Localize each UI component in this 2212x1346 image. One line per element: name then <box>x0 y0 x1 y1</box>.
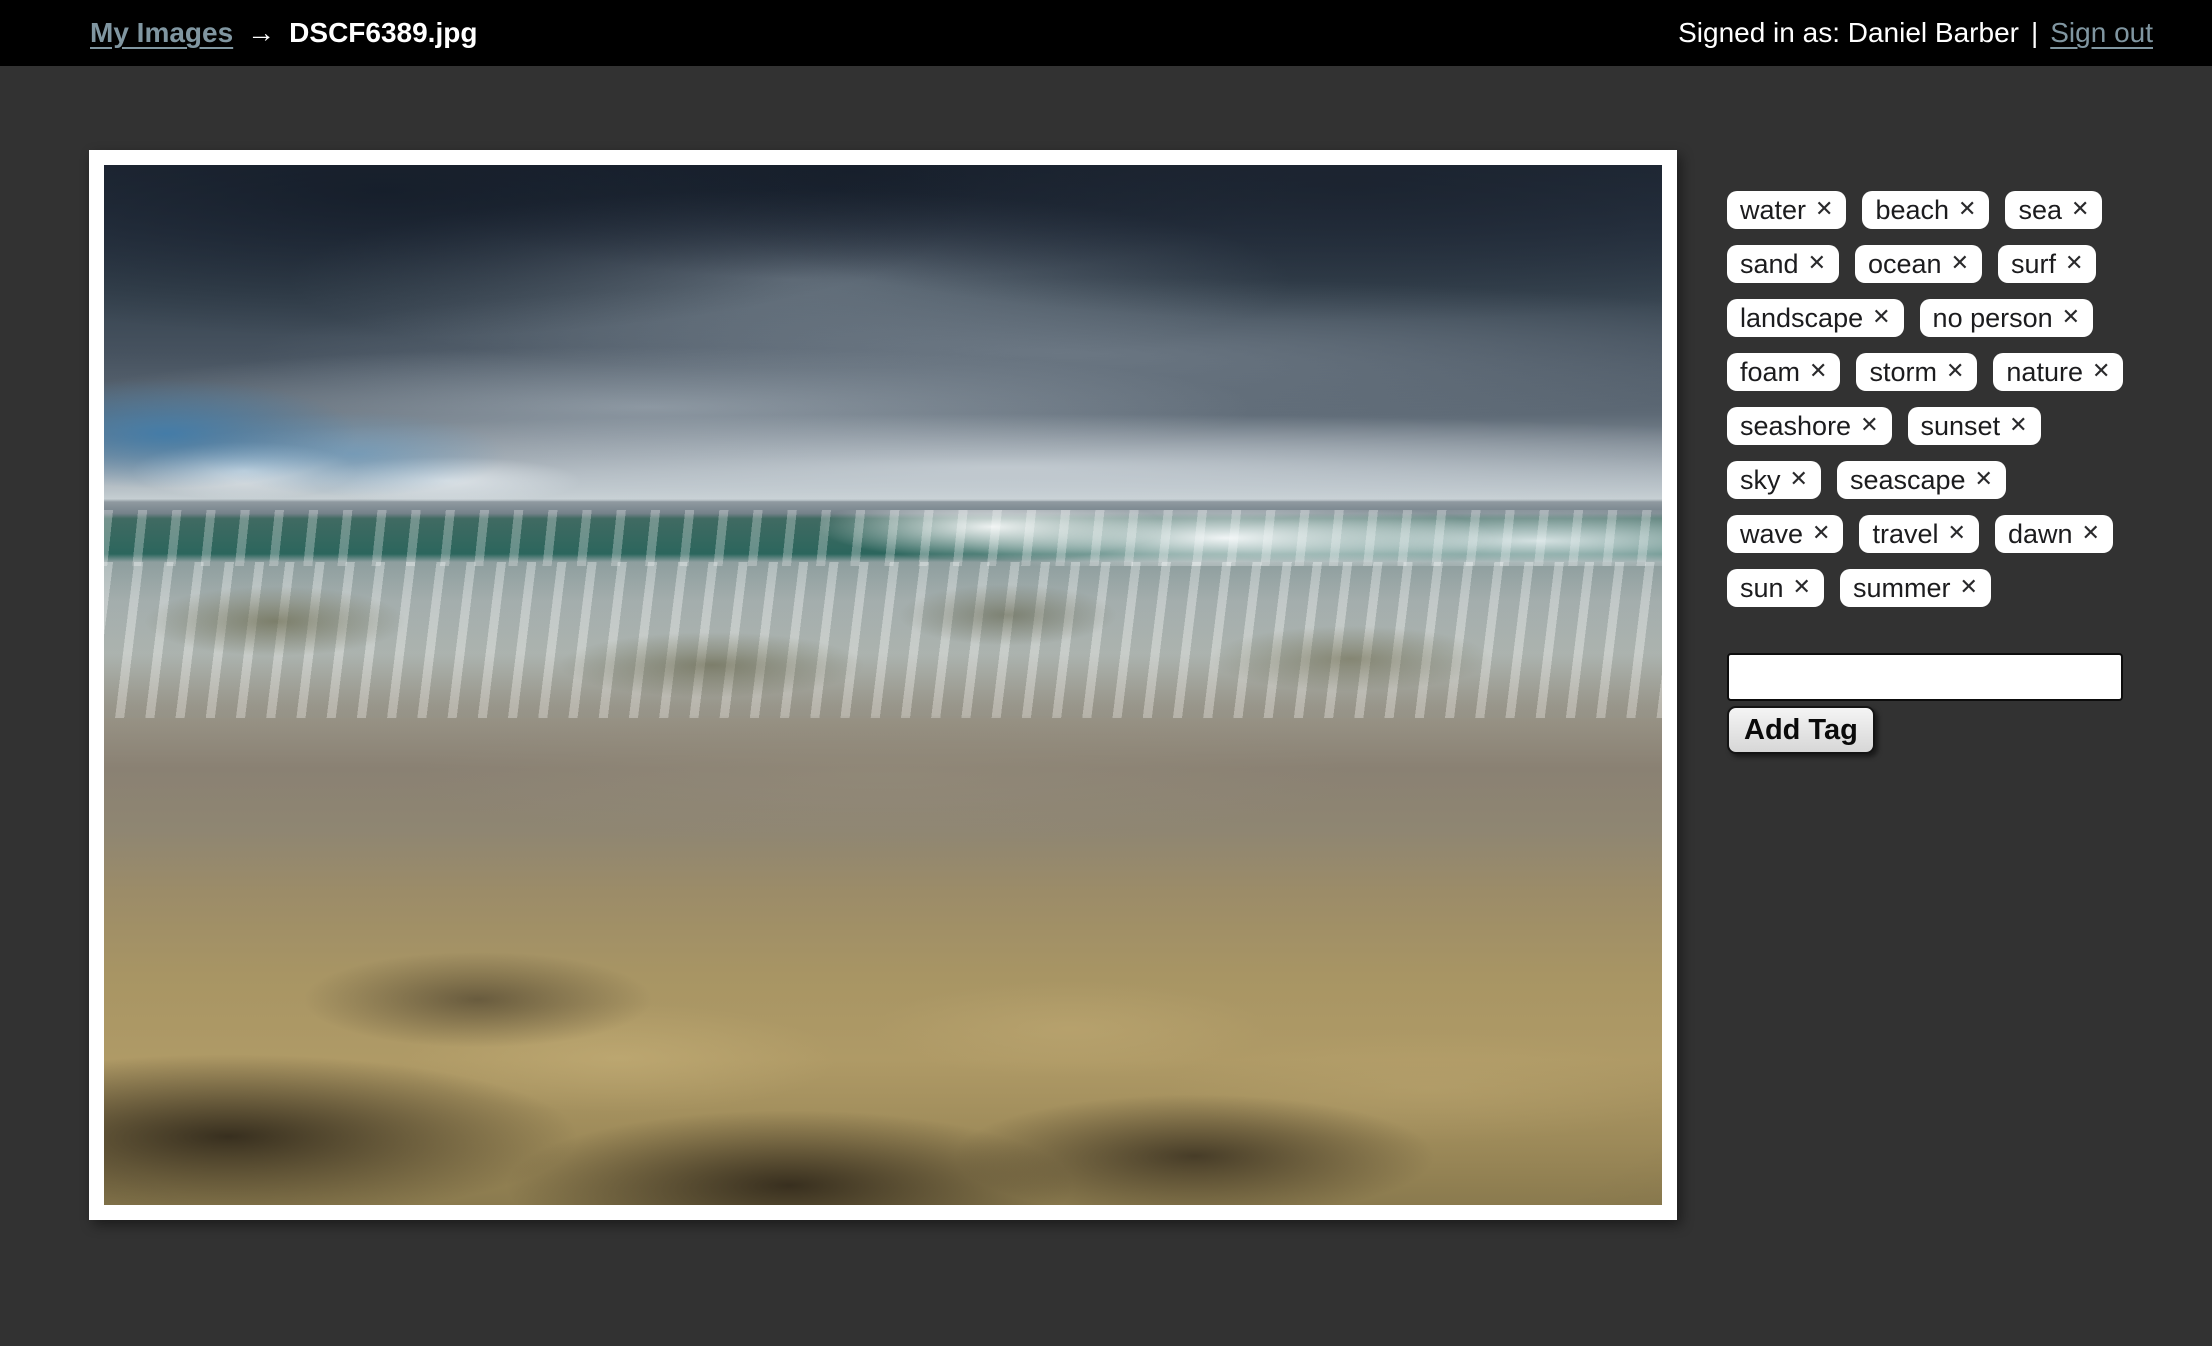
signed-in-text: Signed in as: Daniel Barber <box>1678 17 2019 49</box>
tag-pill: ocean ✕ <box>1855 245 1982 283</box>
remove-tag-icon[interactable]: ✕ <box>2081 523 2099 545</box>
photo-filename: DSCF6389.jpg <box>289 17 477 49</box>
tag-label: water <box>1740 191 1806 229</box>
breadcrumb-arrow-icon: → <box>247 17 275 49</box>
tag-pill: beach ✕ <box>1862 191 1989 229</box>
topbar: My Images → DSCF6389.jpg Signed in as: D… <box>0 0 2212 66</box>
tag-pill: seashore ✕ <box>1727 407 1892 445</box>
add-tag-button[interactable]: Add Tag <box>1727 706 1875 754</box>
remove-tag-icon[interactable]: ✕ <box>1812 523 1830 545</box>
tag-label: travel <box>1872 515 1938 553</box>
tag-pill: sun ✕ <box>1727 569 1824 607</box>
tag-pill: dawn ✕ <box>1995 515 2113 553</box>
remove-tag-icon[interactable]: ✕ <box>1975 469 1993 491</box>
new-tag-input[interactable] <box>1727 653 2123 701</box>
tag-label: sunset <box>1921 407 2001 445</box>
photo <box>104 165 1662 1205</box>
tag-pill: wave ✕ <box>1727 515 1843 553</box>
remove-tag-icon[interactable]: ✕ <box>1958 199 1976 221</box>
tag-pill: summer ✕ <box>1840 569 1991 607</box>
tag-label: summer <box>1853 569 1951 607</box>
remove-tag-icon[interactable]: ✕ <box>1960 577 1978 599</box>
photo-frame <box>89 150 1677 1220</box>
tag-label: sea <box>2018 191 2062 229</box>
photo-vignette-layer <box>104 165 1662 1205</box>
tag-label: sand <box>1740 245 1799 283</box>
remove-tag-icon[interactable]: ✕ <box>1946 361 1964 383</box>
tag-label: sky <box>1740 461 1781 499</box>
breadcrumb: My Images → DSCF6389.jpg <box>90 17 477 49</box>
tag-pill: surf ✕ <box>1998 245 2096 283</box>
remove-tag-icon[interactable]: ✕ <box>1809 361 1827 383</box>
tag-label: no person <box>1933 299 2053 337</box>
tag-label: storm <box>1869 353 1937 391</box>
add-tag-form: Add Tag <box>1727 653 2127 754</box>
tag-pill: travel ✕ <box>1859 515 1978 553</box>
tag-label: beach <box>1875 191 1949 229</box>
remove-tag-icon[interactable]: ✕ <box>1948 523 1966 545</box>
remove-tag-icon[interactable]: ✕ <box>1951 253 1969 275</box>
remove-tag-icon[interactable]: ✕ <box>1815 199 1833 221</box>
remove-tag-icon[interactable]: ✕ <box>1808 253 1826 275</box>
tag-pill: nature ✕ <box>1993 353 2123 391</box>
tag-label: landscape <box>1740 299 1863 337</box>
tag-pill: no person ✕ <box>1920 299 2094 337</box>
tag-label: wave <box>1740 515 1803 553</box>
remove-tag-icon[interactable]: ✕ <box>1793 577 1811 599</box>
tag-label: seashore <box>1740 407 1851 445</box>
tag-list: water ✕ beach ✕ sea ✕ sand ✕ ocean ✕ sur… <box>1727 191 2127 607</box>
remove-tag-icon[interactable]: ✕ <box>1790 469 1808 491</box>
remove-tag-icon[interactable]: ✕ <box>2092 361 2110 383</box>
separator: | <box>2031 17 2038 49</box>
tag-pill: storm ✕ <box>1856 353 1977 391</box>
account-area: Signed in as: Daniel Barber | Sign out <box>1678 17 2153 49</box>
tag-pill: landscape ✕ <box>1727 299 1904 337</box>
tag-label: sun <box>1740 569 1784 607</box>
remove-tag-icon[interactable]: ✕ <box>2062 307 2080 329</box>
tag-label: seascape <box>1850 461 1966 499</box>
tag-pill: sky ✕ <box>1727 461 1821 499</box>
my-images-link[interactable]: My Images <box>90 17 233 49</box>
tag-label: nature <box>2006 353 2083 391</box>
remove-tag-icon[interactable]: ✕ <box>2071 199 2089 221</box>
remove-tag-icon[interactable]: ✕ <box>2065 253 2083 275</box>
tag-pill: foam ✕ <box>1727 353 1840 391</box>
sign-out-link[interactable]: Sign out <box>2050 17 2153 49</box>
tag-label: surf <box>2011 245 2056 283</box>
tag-pill: seascape ✕ <box>1837 461 2006 499</box>
tag-sidebar: water ✕ beach ✕ sea ✕ sand ✕ ocean ✕ sur… <box>1727 191 2127 754</box>
tag-pill: sunset ✕ <box>1908 407 2041 445</box>
tag-pill: water ✕ <box>1727 191 1846 229</box>
remove-tag-icon[interactable]: ✕ <box>2009 415 2027 437</box>
tag-label: dawn <box>2008 515 2073 553</box>
tag-pill: sea ✕ <box>2005 191 2102 229</box>
remove-tag-icon[interactable]: ✕ <box>1872 307 1890 329</box>
tag-pill: sand ✕ <box>1727 245 1839 283</box>
tag-label: foam <box>1740 353 1800 391</box>
remove-tag-icon[interactable]: ✕ <box>1860 415 1878 437</box>
tag-label: ocean <box>1868 245 1942 283</box>
